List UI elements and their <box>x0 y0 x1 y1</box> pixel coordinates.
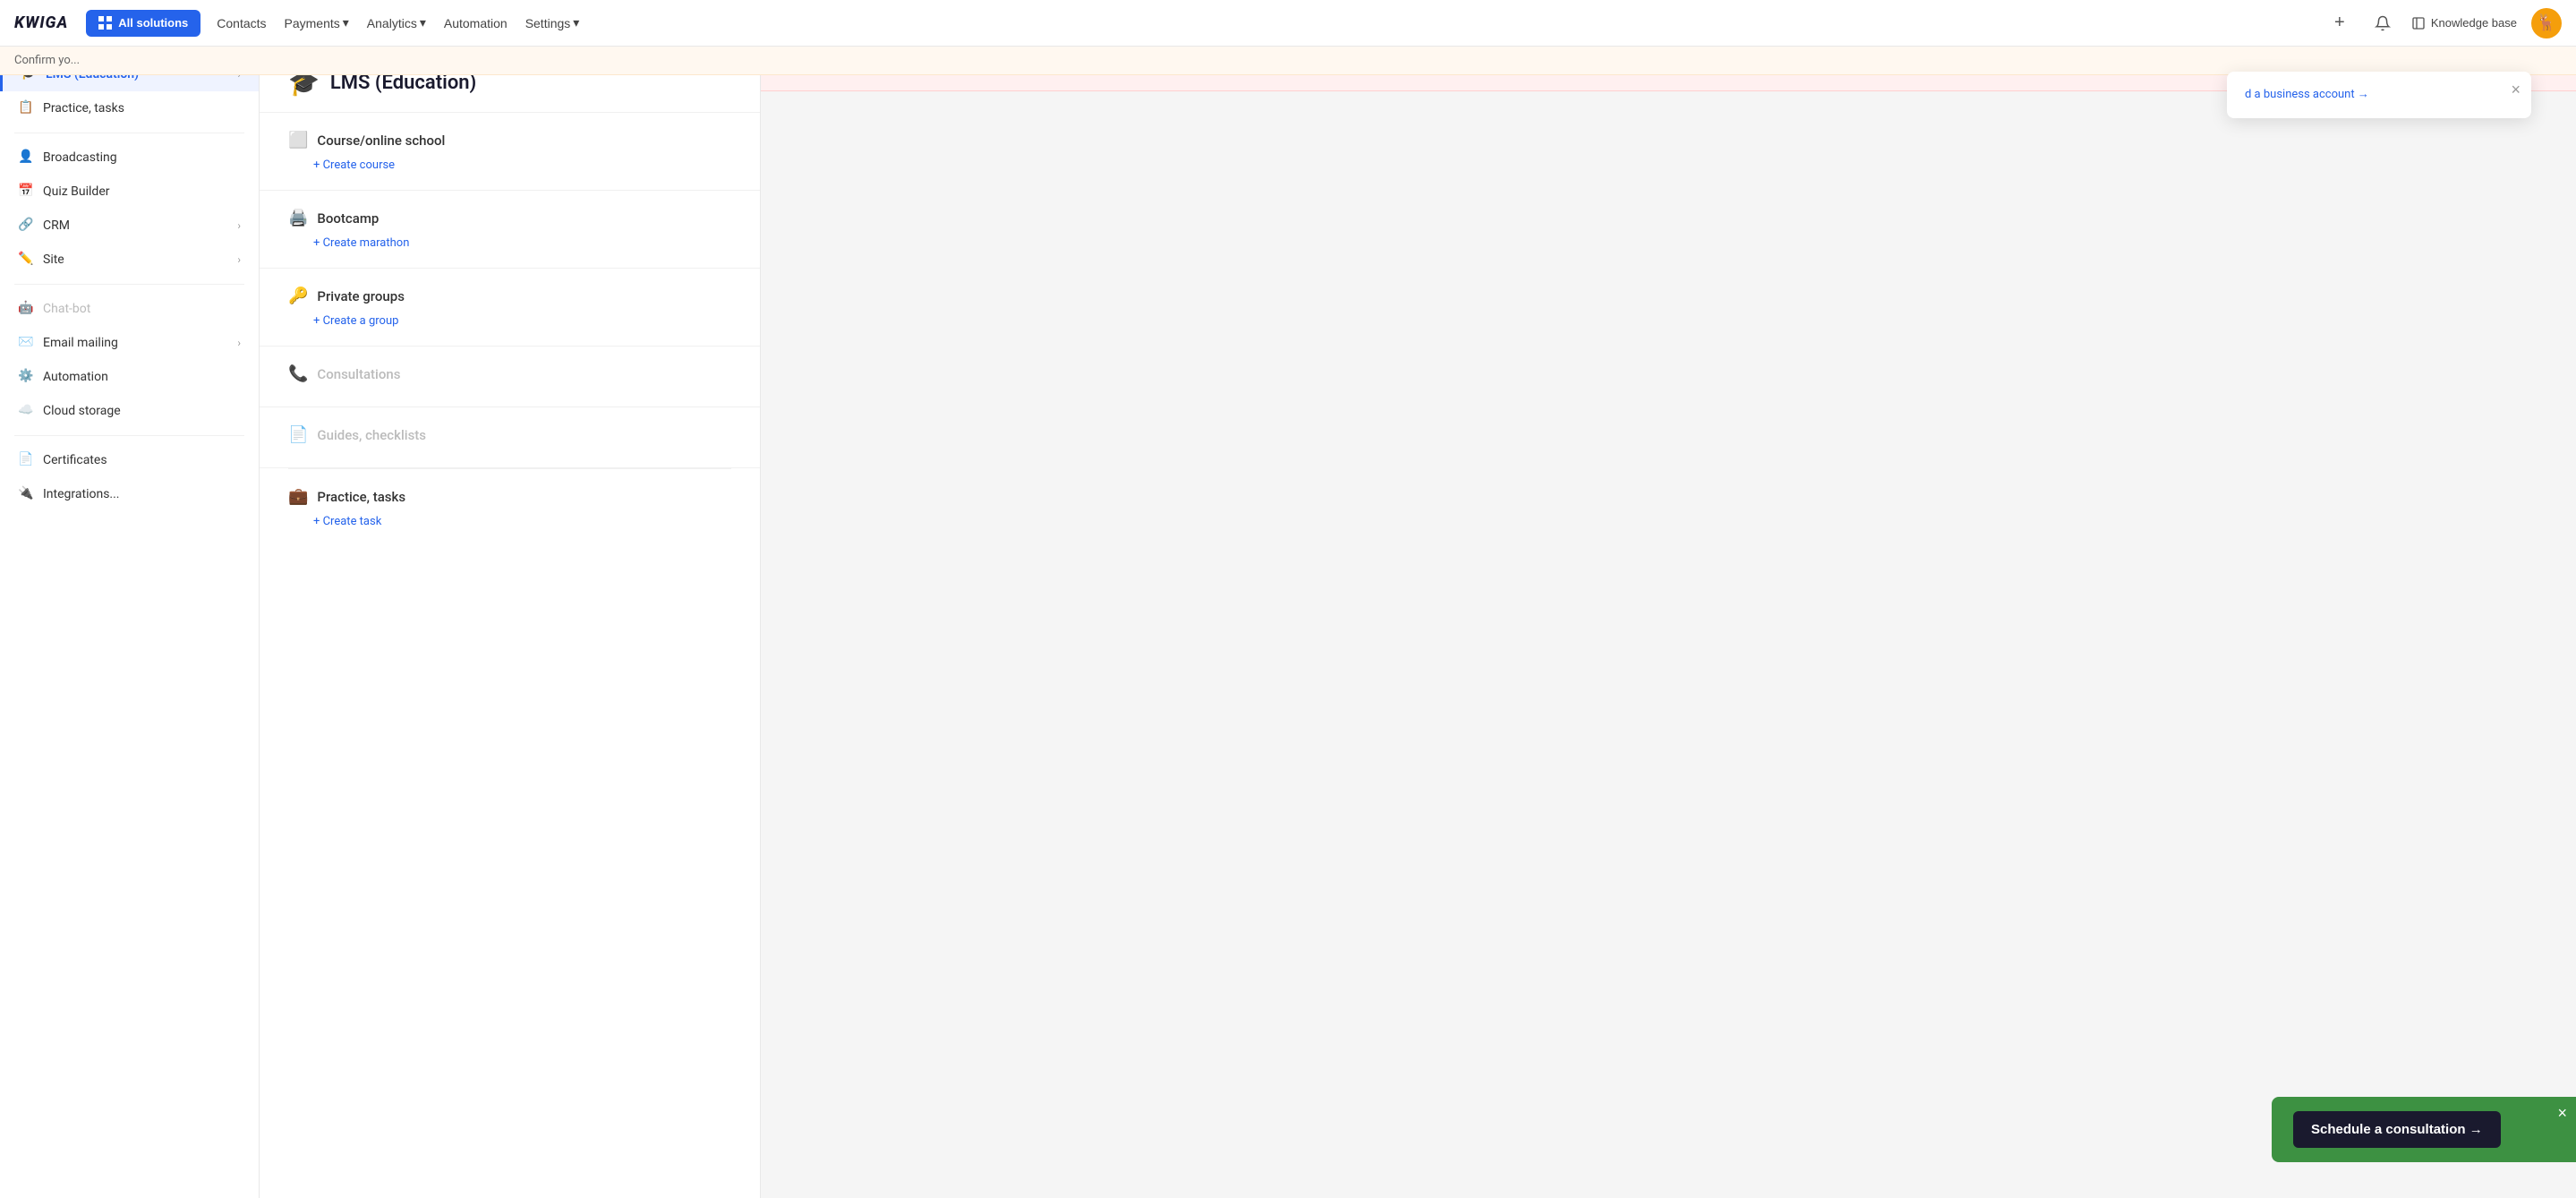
content-section-practice: 💼 Practice, tasks + Create task <box>260 469 760 546</box>
sidebar-item-label-integrations: Integrations... <box>43 487 241 501</box>
sidebar-item-quiz[interactable]: 📅 Quiz Builder <box>0 175 259 209</box>
section-title-groups: 🔑 Private groups <box>288 287 731 305</box>
sidebar-item-label-practice: Practice, tasks <box>43 101 241 116</box>
settings-nav[interactable]: Settings ▾ <box>516 10 589 36</box>
section-label-groups: Private groups <box>317 288 405 304</box>
top-navigation: KWIGA All solutions Contacts Payments ▾ … <box>0 0 2576 47</box>
sidebar-item-cloud[interactable]: ☁️ Cloud storage <box>0 394 259 428</box>
logo: KWIGA <box>14 13 68 32</box>
content-section-course: ⬜ Course/online school + Create course <box>260 113 760 191</box>
automation-nav[interactable]: Automation <box>435 11 516 36</box>
sidebar-item-icon-crm: 🔗 <box>18 218 34 234</box>
sidebar-item-email[interactable]: ✉️ Email mailing › <box>0 326 259 360</box>
section-label-practice: Practice, tasks <box>317 489 405 505</box>
sidebar-panel: 🎓 LMS (Education) › 📋 Practice, tasks 👤 … <box>0 47 260 1198</box>
section-icon-groups: 🔑 <box>288 287 308 305</box>
section-icon-course: ⬜ <box>288 131 308 150</box>
sidebar-item-chatbot: 🤖 Chat-bot <box>0 292 259 326</box>
section-label-course: Course/online school <box>317 133 445 149</box>
sidebar-item-crm[interactable]: 🔗 CRM › <box>0 209 259 243</box>
sidebar-item-icon-integrations: 🔌 <box>18 486 34 502</box>
sidebar-item-broadcasting[interactable]: 👤 Broadcasting <box>0 141 259 175</box>
sidebar-item-icon-cloud: ☁️ <box>18 403 34 419</box>
section-icon-guides: 📄 <box>288 425 308 444</box>
right-area <box>761 47 2576 1198</box>
analytics-nav[interactable]: Analytics ▾ <box>358 10 435 36</box>
section-title-bootcamp: 🖨️ Bootcamp <box>288 209 731 227</box>
sidebar-item-icon-broadcasting: 👤 <box>18 150 34 166</box>
sidebar-item-practice[interactable]: 📋 Practice, tasks <box>0 91 259 125</box>
sidebar-item-label-email: Email mailing <box>43 336 228 350</box>
contacts-nav[interactable]: Contacts <box>208 11 275 36</box>
sidebar-item-label-quiz: Quiz Builder <box>43 184 241 199</box>
sidebar-item-icon-practice: 📋 <box>18 100 34 116</box>
schedule-consultation-button[interactable]: Schedule a consultation → <box>2293 1111 2501 1148</box>
avatar[interactable]: 🦌 <box>2531 8 2562 39</box>
content-section-guides: 📄 Guides, checklists <box>260 407 760 468</box>
knowledge-base-label: Knowledge base <box>2431 16 2517 30</box>
section-icon-practice: 💼 <box>288 487 308 506</box>
sidebar-item-chevron-site: › <box>237 253 241 266</box>
sidebar-item-site[interactable]: ✏️ Site › <box>0 243 259 277</box>
content-section-groups: 🔑 Private groups + Create a group <box>260 269 760 347</box>
sidebar-item-label-certificates: Certificates <box>43 453 241 467</box>
content-section-consultations: 📞 Consultations <box>260 347 760 407</box>
dropdown-overlay: 🎓 LMS (Education) › 📋 Practice, tasks 👤 … <box>0 47 2576 1198</box>
section-link-bootcamp[interactable]: + Create marathon <box>313 236 409 250</box>
section-title-practice: 💼 Practice, tasks <box>288 487 731 506</box>
sidebar-divider-7 <box>14 284 244 285</box>
business-account-link[interactable]: d a business account → <box>2245 88 2369 101</box>
sidebar-item-label-crm: CRM <box>43 218 228 233</box>
section-title-guides: 📄 Guides, checklists <box>288 425 731 444</box>
section-title-consultations: 📞 Consultations <box>288 364 731 383</box>
confirm-bar: Confirm yo... <box>0 47 2576 75</box>
section-icon-consultations: 📞 <box>288 364 308 383</box>
sidebar-item-chevron-crm: › <box>237 219 241 232</box>
sidebar-item-icon-automation: ⚙️ <box>18 369 34 385</box>
section-label-guides: Guides, checklists <box>317 427 426 443</box>
sidebar-item-integrations[interactable]: 🔌 Integrations... <box>0 477 259 511</box>
add-button[interactable]: + <box>2325 9 2354 38</box>
all-solutions-button[interactable]: All solutions <box>86 10 200 37</box>
section-title-course: ⬜ Course/online school <box>288 131 731 150</box>
sidebar-item-icon-certificates: 📄 <box>18 452 34 468</box>
content-section-bootcamp: 🖨️ Bootcamp + Create marathon <box>260 191 760 269</box>
knowledge-base-button[interactable]: Knowledge base <box>2411 16 2517 30</box>
sidebar-item-icon-quiz: 📅 <box>18 184 34 200</box>
sidebar-item-label-chatbot: Chat-bot <box>43 302 241 316</box>
nav-right-area: + Knowledge base 🦌 <box>2325 8 2562 39</box>
sidebar-item-label-site: Site <box>43 252 228 267</box>
section-link-groups[interactable]: + Create a group <box>313 314 398 328</box>
section-icon-bootcamp: 🖨️ <box>288 209 308 227</box>
consultation-banner: × Schedule a consultation → <box>2272 1097 2576 1162</box>
sidebar-item-label-automation: Automation <box>43 370 241 384</box>
notifications-button[interactable] <box>2368 9 2397 38</box>
section-link-practice[interactable]: + Create task <box>313 515 381 528</box>
sidebar-item-label-cloud: Cloud storage <box>43 404 241 418</box>
all-solutions-label: All solutions <box>118 16 188 30</box>
sidebar-item-icon-site: ✏️ <box>18 252 34 268</box>
content-panel: 🎓 LMS (Education) ⬜ Course/online school… <box>260 47 761 1198</box>
section-link-course[interactable]: + Create course <box>313 158 395 172</box>
notification-close-button[interactable]: × <box>2511 81 2521 99</box>
sidebar-item-automation[interactable]: ⚙️ Automation <box>0 360 259 394</box>
notification-popup: × d a business account → <box>2227 72 2531 118</box>
notification-text: d a business account → <box>2245 86 2513 104</box>
sidebar-item-icon-chatbot: 🤖 <box>18 301 34 317</box>
section-label-consultations: Consultations <box>317 366 400 382</box>
sidebar-divider-12 <box>14 435 244 436</box>
sidebar-item-chevron-email: › <box>237 337 241 349</box>
sidebar-item-icon-email: ✉️ <box>18 335 34 351</box>
sidebar-item-certificates[interactable]: 📄 Certificates <box>0 443 259 477</box>
section-label-bootcamp: Bootcamp <box>317 210 379 227</box>
consultation-close-button[interactable]: × <box>2557 1104 2567 1123</box>
payments-nav[interactable]: Payments ▾ <box>276 10 358 36</box>
sidebar-item-label-broadcasting: Broadcasting <box>43 150 241 165</box>
